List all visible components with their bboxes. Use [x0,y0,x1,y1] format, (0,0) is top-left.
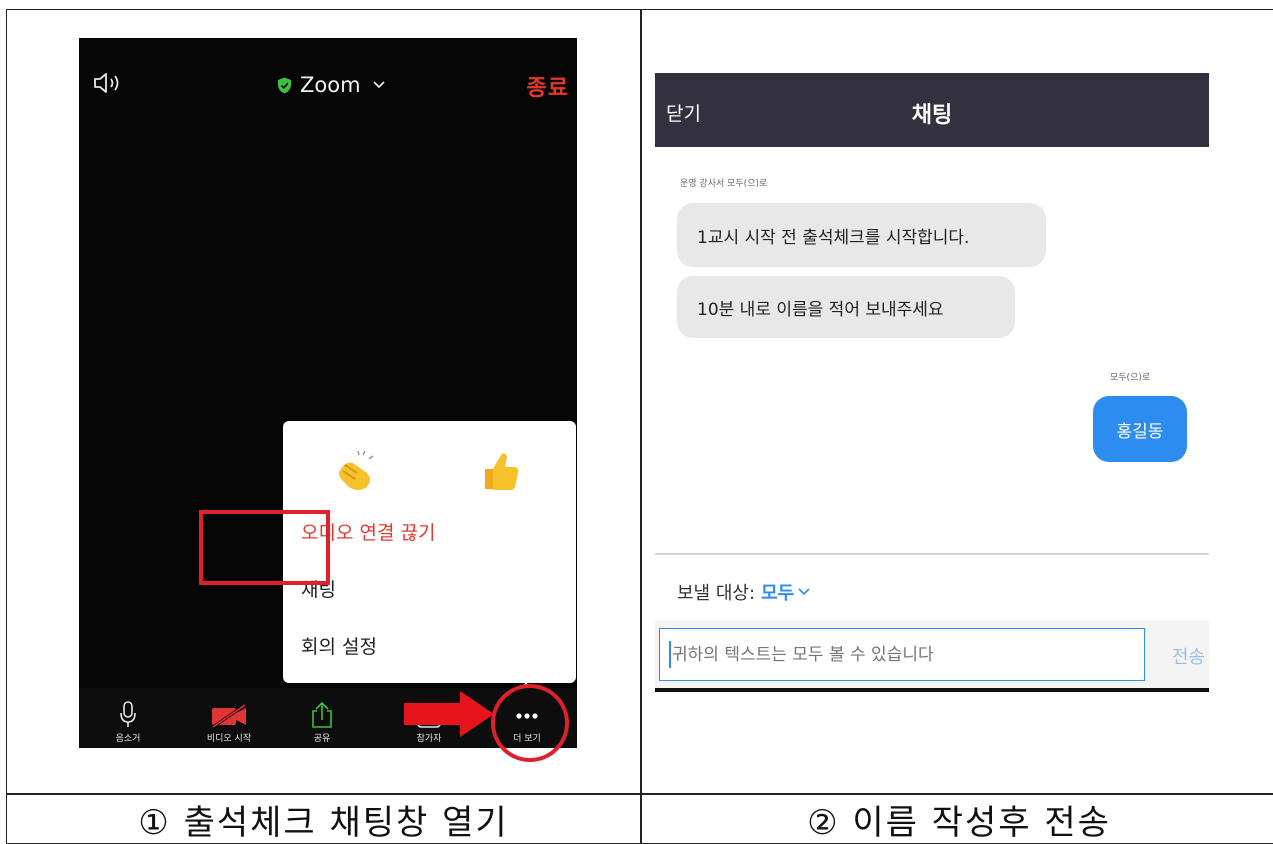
chat-message-input[interactable] [659,628,1145,681]
end-meeting-button[interactable]: 종료 [527,70,569,102]
send-target-label: 보낼 대상: [677,583,756,604]
chat-message: 10분 내로 이름을 적어 보내주세요 [677,276,1015,338]
chat-header: 닫기 채팅 [655,73,1209,147]
chevron-down-icon [372,81,385,89]
send-button[interactable]: 전송 [1172,643,1205,669]
clap-icon[interactable] [333,449,379,495]
recipient-meta: 모두(으)로 [1110,373,1151,383]
meeting-title: Zoom [300,73,361,97]
video-off-icon [212,703,246,729]
reaction-row [283,449,576,499]
thumbs-up-icon[interactable] [481,449,521,493]
chat-highlight-box [199,510,330,585]
mute-button[interactable]: 음소거 [105,688,151,748]
speaker-icon[interactable] [93,72,127,94]
chat-divider [655,553,1209,555]
share-icon [312,701,332,728]
chat-input-bar: 전송 [655,620,1209,692]
my-chat-message: 홍길동 [1093,396,1187,462]
zoom-meeting-screen: Zoom 종료 오디오 연결 끊기 채팅 회의 설정 음소거 비디오 시작 공유… [79,38,577,748]
pointer-arrow-icon [404,691,494,737]
sender-meta: 운영 강사서 모두(으)로 [680,179,768,189]
share-label: 공유 [313,734,331,744]
chevron-down-icon [798,588,810,596]
mute-label: 음소거 [115,734,141,744]
send-target-row: 보낼 대상: 모두 [677,579,810,605]
chat-message: 1교시 시작 전 출석체크를 시작합니다. [677,203,1046,267]
column-divider [640,10,642,843]
meeting-settings-menu-item[interactable]: 회의 설정 [301,632,377,659]
text-cursor [669,641,671,668]
chat-title: 채팅 [911,103,953,128]
shield-icon [278,77,291,93]
share-button[interactable]: 공유 [302,688,342,748]
microphone-icon [120,701,136,727]
start-video-button[interactable]: 비디오 시작 [187,688,271,748]
caption-step-2: ② 이름 작성후 전송 [807,803,1111,843]
more-button-highlight-circle [491,684,569,762]
caption-step-1: ① 출석체크 채팅창 열기 [138,803,509,843]
send-target-value: 모두 [761,583,795,604]
send-target-dropdown[interactable]: 모두 [761,579,810,605]
start-video-label: 비디오 시작 [206,734,252,744]
meeting-title-dropdown[interactable]: Zoom [277,72,385,98]
